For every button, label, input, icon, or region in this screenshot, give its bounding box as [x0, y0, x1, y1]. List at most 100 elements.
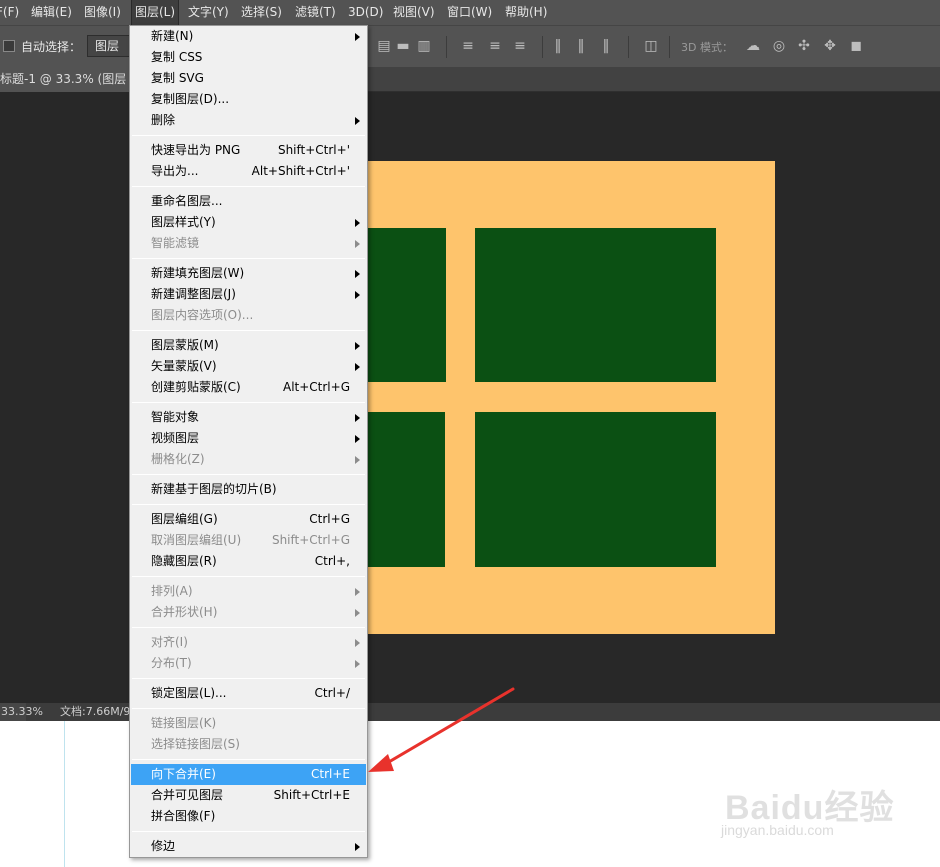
menu-item[interactable]: 重命名图层... — [131, 191, 366, 212]
menu-item[interactable]: 拼合图像(F) — [131, 806, 366, 827]
menu-item[interactable]: 复制 SVG — [131, 68, 366, 89]
auto-select-checkbox[interactable] — [3, 40, 15, 52]
arrow-shaft — [380, 687, 515, 768]
distribute-hcenter-icon[interactable]: ‖ — [573, 38, 589, 54]
auto-align-icon[interactable]: ◫ — [643, 38, 659, 54]
layer-menu-dropdown: 新建(N) 复制 CSS 复制 SVG 复制图层(D)... 删除快速导出为 PNG Sh… — [129, 25, 368, 858]
menu-divider — [132, 576, 365, 577]
menu-item[interactable]: 新建调整图层(J) — [131, 284, 366, 305]
menu-item[interactable]: 向下合并(E) Ctrl+E — [131, 764, 366, 785]
menu-item[interactable]: 合并可见图层 Shift+Ctrl+E — [131, 785, 366, 806]
menu-item[interactable]: 图层蒙版(M) — [131, 335, 366, 356]
zoom-level[interactable]: 33.33% — [0, 703, 43, 721]
distribute-left-icon[interactable]: ‖ — [550, 38, 566, 54]
menu-item-label: 图层内容选项(O)... — [151, 308, 254, 322]
menu-item-label: 删除 — [151, 113, 176, 127]
distribute-right-icon[interactable]: ‖ — [598, 38, 614, 54]
menu-item[interactable]: 导出为... Alt+Shift+Ctrl+' — [131, 161, 366, 182]
distribute-top-icon[interactable]: ≡ — [460, 38, 476, 54]
menu-image[interactable]: 图像(I) — [84, 0, 121, 25]
orbit-3d-icon[interactable]: ☁ — [745, 38, 761, 54]
submenu-arrow-icon — [355, 435, 360, 443]
align-bottom-icon[interactable]: ▥ — [416, 38, 432, 54]
submenu-arrow-icon — [355, 639, 360, 647]
menu-item-label: 新建填充图层(W) — [151, 266, 245, 280]
menu-item-label: 取消图层编组(U) — [151, 533, 242, 547]
menu-item-shortcut: Ctrl+/ — [314, 686, 350, 700]
menu-item[interactable]: 快速导出为 PNG Shift+Ctrl+' — [131, 140, 366, 161]
menu-item-shortcut: Ctrl+G — [309, 512, 350, 526]
distribute-vcenter-icon[interactable]: ≡ — [487, 38, 503, 54]
menu-item-label: 智能对象 — [151, 410, 200, 424]
menu-window[interactable]: 窗口(W) — [447, 0, 492, 25]
roll-3d-icon[interactable]: ◎ — [771, 38, 787, 54]
menu-item[interactable]: 复制图层(D)... — [131, 89, 366, 110]
menu-filter[interactable]: 滤镜(T) — [295, 0, 336, 25]
pan-3d-icon[interactable]: ✣ — [796, 38, 812, 54]
auto-select-label: 自动选择： — [21, 40, 82, 54]
menu-view[interactable]: 视图(V) — [393, 0, 435, 25]
menu-type[interactable]: 文字(Y) — [188, 0, 229, 25]
menu-3d[interactable]: 3D(D) — [348, 0, 383, 25]
align-vcenter-icon[interactable]: ▬ — [395, 38, 411, 54]
menu-item-shortcut: Alt+Shift+Ctrl+' — [251, 164, 350, 178]
menu-help[interactable]: 帮助(H) — [505, 0, 547, 25]
menu-item[interactable]: 新建基于图层的切片(B) — [131, 479, 366, 500]
menu-item-label: 向下合并(E) — [151, 767, 216, 781]
menu-item-shortcut: Shift+Ctrl+G — [271, 533, 350, 547]
menu-item: 对齐(I) — [131, 632, 366, 653]
menu-edit[interactable]: 编辑(E) — [31, 0, 72, 25]
menu-select[interactable]: 选择(S) — [241, 0, 282, 25]
menu-item: 图层内容选项(O)... — [131, 305, 366, 326]
menu-item[interactable]: 创建剪贴蒙版(C) Alt+Ctrl+G — [131, 377, 366, 398]
menu-item[interactable]: 隐藏图层(R) Ctrl+, — [131, 551, 366, 572]
submenu-arrow-icon — [355, 363, 360, 371]
menu-layer[interactable]: 图层(L) — [130, 0, 180, 26]
auto-select-dropdown[interactable]: 图层 — [87, 35, 131, 57]
submenu-arrow-icon — [355, 843, 360, 851]
menu-divider — [132, 678, 365, 679]
menu-divider — [132, 258, 365, 259]
rectangle-shape[interactable] — [358, 412, 445, 567]
menu-item[interactable]: 复制 CSS — [131, 47, 366, 68]
menu-item-label: 重命名图层... — [151, 194, 223, 208]
menu-item[interactable]: 锁定图层(L)... Ctrl+/ — [131, 683, 366, 704]
menu-item[interactable]: 图层样式(Y) — [131, 212, 366, 233]
submenu-arrow-icon — [355, 219, 360, 227]
separator — [669, 36, 670, 58]
menu-item-label: 新建(N) — [151, 29, 194, 43]
menu-item-label: 矢量蒙版(V) — [151, 359, 217, 373]
menu-item-label: 图层样式(Y) — [151, 215, 216, 229]
document-size: 文档:7.66M/9 — [60, 705, 131, 718]
menu-item[interactable]: 矢量蒙版(V) — [131, 356, 366, 377]
distribute-bottom-icon[interactable]: ≡ — [512, 38, 528, 54]
watermark-url: jingyan.baidu.com — [721, 822, 834, 838]
menu-item-label: 视频图层 — [151, 431, 200, 445]
menu-item: 排列(A) — [131, 581, 366, 602]
baidu-watermark: Baidu经验 jingyan.baidu.com — [715, 760, 930, 852]
rectangle-shape[interactable] — [475, 228, 716, 382]
menu-item-shortcut: Shift+Ctrl+' — [277, 143, 350, 157]
menu-item-label: 拼合图像(F) — [151, 809, 216, 823]
menu-item-label: 图层蒙版(M) — [151, 338, 219, 352]
menu-item[interactable]: 删除 — [131, 110, 366, 131]
menu-item[interactable]: 新建填充图层(W) — [131, 263, 366, 284]
rectangle-shape[interactable] — [475, 412, 716, 567]
menu-item[interactable]: 修边 — [131, 836, 366, 857]
slide-3d-icon[interactable]: ✥ — [822, 38, 838, 54]
submenu-arrow-icon — [355, 117, 360, 125]
menu-item: 取消图层编组(U) Shift+Ctrl+G — [131, 530, 366, 551]
rectangle-shape[interactable] — [358, 228, 446, 382]
menu-item-label: 图层编组(G) — [151, 512, 218, 526]
menu-item: 合并形状(H) — [131, 602, 366, 623]
menu-item[interactable]: 视频图层 — [131, 428, 366, 449]
menu-item[interactable]: 新建(N) — [131, 26, 366, 47]
menu-item[interactable]: 智能对象 — [131, 407, 366, 428]
menu-item[interactable]: 图层编组(G) Ctrl+G — [131, 509, 366, 530]
menu-divider — [132, 186, 365, 187]
menu-file[interactable]: F(F) — [0, 0, 19, 25]
scale-3d-icon[interactable]: ◼ — [848, 38, 864, 54]
menu-item-label: 导出为... — [151, 164, 199, 178]
document-canvas[interactable] — [358, 161, 775, 634]
align-top-icon[interactable]: ▤ — [376, 38, 392, 54]
